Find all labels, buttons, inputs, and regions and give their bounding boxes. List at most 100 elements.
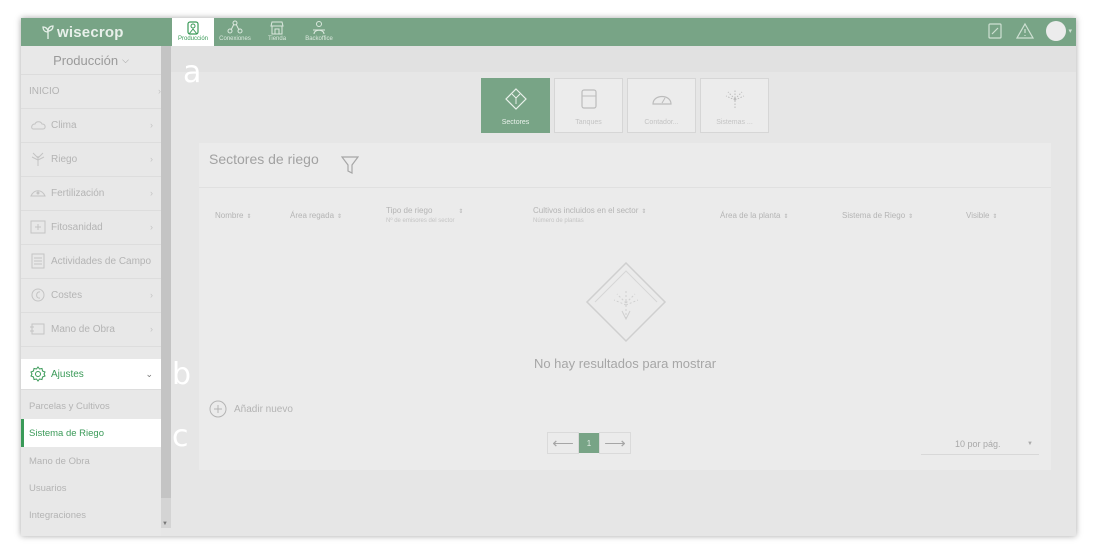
card-label: Sectores (501, 119, 530, 126)
sidebar-item-ajustes[interactable]: Ajustes ⌄ (21, 359, 161, 390)
column-header-cultivos[interactable]: Cultivos incluidos en el sector ⇕ Número … (533, 206, 646, 224)
wisecrop-logo[interactable]: wisecrop (41, 22, 124, 42)
sort-icon[interactable]: ⇕ (641, 209, 646, 215)
divider (199, 187, 1051, 188)
sidebar-item-label: Mano de Obra (51, 323, 115, 335)
labor-icon (30, 323, 45, 335)
sort-icon[interactable]: ⇕ (784, 214, 789, 220)
sidebar-item-costes[interactable]: Costes › (21, 278, 161, 313)
sidebar-item-label: Clima (51, 119, 77, 131)
card-label: Tanques (575, 119, 602, 126)
sidebar-scrollbar-thumb[interactable] (161, 46, 171, 498)
chevron-right-icon: › (150, 154, 153, 164)
sidebar-item-label: INICIO (29, 85, 60, 97)
sidebar-item-mano-de-obra[interactable]: Mano de Obra › (21, 312, 161, 347)
top-bar: wisecrop Producción Conexiones Tienda Ba… (21, 18, 1076, 46)
chevron-right-icon: › (150, 324, 153, 334)
sidebar: Producción ⌵ INICIO › Clima › Riego › Fe… (21, 46, 169, 536)
sidebar-item-fitosanidad[interactable]: Fitosanidad › (21, 210, 161, 245)
next-page-icon[interactable]: ⟶ (599, 432, 631, 454)
app-tienda[interactable]: Tienda (256, 18, 298, 46)
submenu-label: Mano de Obra (29, 455, 90, 467)
callout-c: c (172, 419, 189, 454)
app-produccion[interactable]: Producción (172, 18, 214, 46)
notes-icon[interactable] (986, 22, 1004, 40)
logo-text: wisecrop (57, 23, 124, 41)
meter-icon (651, 95, 672, 105)
chevron-right-icon: › (150, 120, 153, 130)
chevron-down-icon: ⌄ (145, 368, 153, 379)
per-page-select[interactable]: 10 por pág. ▼ (921, 433, 1039, 455)
top-bar-actions: ▾ (986, 21, 1072, 41)
column-header-sistema-riego[interactable]: Sistema de Riego ⇕ (842, 211, 913, 220)
chevron-down-icon[interactable]: ▾ (1068, 27, 1072, 35)
filter-button[interactable] (329, 149, 369, 187)
card-label: Sistemas ... (716, 119, 753, 126)
column-label: Nombre (215, 211, 244, 220)
submenu-integraciones[interactable]: Integraciones (21, 501, 161, 529)
first-aid-icon (30, 220, 46, 234)
column-label: Visible (966, 211, 990, 220)
sort-icon[interactable]: ⇕ (908, 214, 913, 220)
submenu-label: Parcelas y Cultivos (29, 400, 110, 412)
page-number-current[interactable]: 1 (579, 433, 599, 453)
card-sectores[interactable]: Sectores (481, 78, 550, 133)
chevron-down-icon: ⌵ (122, 54, 129, 65)
sidebar-item-inicio[interactable]: INICIO › (21, 74, 169, 109)
coins-icon (31, 288, 45, 302)
sort-icon[interactable]: ⇕ (992, 214, 997, 220)
sidebar-item-label: Ajustes (51, 368, 84, 380)
submenu-sistema-de-riego[interactable]: Sistema de Riego (21, 419, 161, 447)
column-header-area-regada[interactable]: Área regada ⇕ (290, 211, 342, 220)
cloud-icon (31, 121, 46, 130)
prev-page-icon[interactable]: ⟵ (547, 432, 579, 454)
card-sistemas[interactable]: Sistemas ... (700, 78, 769, 133)
sort-icon[interactable]: ⇕ (337, 214, 342, 220)
sidebar-item-label: Riego (51, 153, 78, 165)
sort-icon[interactable]: ⇕ (458, 209, 463, 215)
app-conexiones[interactable]: Conexiones (214, 18, 256, 46)
column-label: Área regada (290, 211, 335, 220)
sidebar-item-clima[interactable]: Clima › (21, 108, 161, 143)
column-label: Tipo de riego (386, 206, 433, 215)
connections-icon (227, 20, 243, 34)
activities-icon (31, 253, 45, 269)
column-header-nombre[interactable]: Nombre ⇕ (215, 211, 251, 220)
chevron-right-icon: › (150, 188, 153, 198)
column-header-tipo-de-riego[interactable]: Tipo de riego ⇕ Nº de emisores del sector (386, 206, 463, 224)
user-avatar[interactable] (1046, 21, 1067, 41)
submenu-label: Integraciones (29, 509, 87, 521)
gear-icon (30, 366, 46, 382)
sidebar-item-label: Fertilización (51, 187, 105, 199)
column-label: Sistema de Riego (842, 211, 906, 220)
submenu-parcelas[interactable]: Parcelas y Cultivos (21, 392, 161, 420)
sidebar-item-actividades[interactable]: Actividades de Campo (21, 244, 161, 279)
app-conexiones-label: Conexiones (219, 36, 251, 42)
sprout-icon (42, 25, 54, 39)
sidebar-item-fertilizacion[interactable]: Fertilización › (21, 176, 161, 211)
warning-icon[interactable] (1016, 22, 1035, 40)
card-contador[interactable]: Contador... (627, 78, 696, 133)
submenu-usuarios[interactable]: Usuarios (21, 474, 161, 502)
empty-sectors-icon (585, 261, 667, 343)
module-selector[interactable]: Producción ⌵ (21, 46, 161, 75)
sectors-panel: Sectores de riego Nombre ⇕ Área regada ⇕ T… (199, 143, 1051, 470)
card-tanques[interactable]: Tanques (554, 78, 623, 133)
column-sublabel: Número de plantas (533, 218, 584, 224)
app-produccion-label: Producción (177, 36, 209, 42)
empty-state-message: No hay resultados para mostrar (533, 356, 717, 371)
store-icon (270, 21, 284, 35)
main-header-strip (171, 46, 1076, 72)
column-header-area-planta[interactable]: Área de la planta ⇕ (720, 211, 789, 220)
app-backoffice[interactable]: Backoffice (298, 18, 340, 46)
add-new-button[interactable]: Añadir nuevo (209, 400, 293, 418)
per-page-value: 10 por pág. (955, 438, 1001, 449)
chevron-right-icon: › (150, 222, 153, 232)
app-switcher: Producción Conexiones Tienda Backoffice (172, 18, 340, 46)
column-header-visible[interactable]: Visible ⇕ (966, 211, 997, 220)
sidebar-item-riego[interactable]: Riego › (21, 142, 161, 177)
pagination: ⟵ 1 ⟶ (547, 432, 631, 454)
submenu-mano-de-obra[interactable]: Mano de Obra (21, 447, 161, 475)
sort-icon[interactable]: ⇕ (246, 214, 251, 220)
scroll-down-icon[interactable]: ▼ (162, 521, 168, 527)
